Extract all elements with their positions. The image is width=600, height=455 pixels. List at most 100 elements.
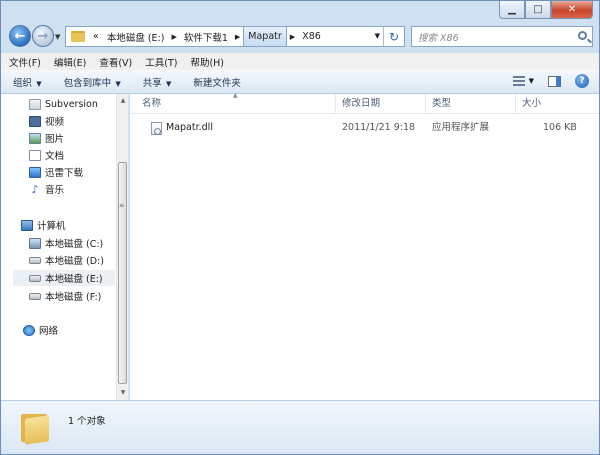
- scroll-up-icon[interactable]: ▲: [117, 94, 129, 108]
- nav-item-subversion[interactable]: Subversion: [29, 96, 98, 112]
- view-controls: ▼ ?: [512, 74, 589, 88]
- back-button[interactable]: ←: [9, 25, 31, 47]
- navigation-pane: Subversion 视频 图片 文档 迅雷下载 ♪ 音乐 计算机 本地磁盘 (C…: [1, 94, 129, 400]
- file-row[interactable]: Mapatr.dll 2011/1/21 9:18 应用程序扩展 106 KB: [136, 119, 579, 137]
- nav-item-documents[interactable]: 文档: [29, 147, 64, 163]
- maximize-button[interactable]: □: [525, 1, 551, 19]
- menu-help[interactable]: 帮助(H): [190, 55, 224, 69]
- menu-file[interactable]: 文件(F): [9, 55, 41, 69]
- network-icon: [23, 324, 35, 336]
- nav-item-computer[interactable]: 计算机: [21, 217, 66, 233]
- share-button[interactable]: 共享 ▼: [143, 75, 172, 89]
- nav-label: 本地磁盘 (E:): [45, 274, 103, 285]
- nav-item-thunder-downloads[interactable]: 迅雷下载: [29, 164, 83, 180]
- close-button[interactable]: ✕: [551, 1, 593, 19]
- refresh-button[interactable]: ↻: [383, 27, 404, 46]
- new-folder-button[interactable]: 新建文件夹: [193, 75, 241, 89]
- drive-icon: [29, 292, 41, 300]
- breadcrumb-overflow[interactable]: «: [89, 27, 103, 46]
- command-bar: 组织 ▼ 包含到库中 ▼ 共享 ▼ 新建文件夹 ▼ ?: [1, 70, 599, 94]
- breadcrumb-drive-e[interactable]: 本地磁盘 (E:): [103, 27, 169, 46]
- item-count: 1 个对象: [68, 416, 106, 427]
- menu-tools[interactable]: 工具(T): [145, 55, 177, 69]
- computer-icon: [21, 219, 33, 231]
- nav-scrollbar[interactable]: ▲ ≡ ▼: [116, 94, 128, 400]
- breadcrumb-separator-icon[interactable]: ▶: [168, 27, 179, 46]
- nav-item-network[interactable]: 网络: [23, 322, 58, 338]
- nav-item-drive-c[interactable]: 本地磁盘 (C:): [29, 235, 103, 251]
- column-date-modified[interactable]: 修改日期: [336, 94, 426, 114]
- chevron-down-icon: ▼: [34, 79, 42, 88]
- breadcrumb-separator-icon[interactable]: ▶: [232, 27, 243, 46]
- column-type[interactable]: 类型: [426, 94, 516, 114]
- music-note-icon: ♪: [31, 182, 39, 196]
- nav-label: 迅雷下载: [45, 168, 84, 179]
- nav-item-drive-f[interactable]: 本地磁盘 (F:): [29, 288, 101, 304]
- file-type: 应用程序扩展: [432, 122, 490, 133]
- nav-item-music[interactable]: ♪ 音乐: [29, 181, 64, 197]
- nav-item-videos[interactable]: 视频: [29, 113, 64, 129]
- nav-label: 本地磁盘 (F:): [45, 292, 102, 303]
- dll-file-icon: [151, 121, 162, 135]
- close-icon: ✕: [567, 4, 577, 15]
- breadcrumb-separator-icon[interactable]: ▶: [287, 27, 298, 46]
- back-arrow-icon: ←: [14, 28, 26, 44]
- breadcrumb-x86[interactable]: X86: [298, 27, 325, 46]
- minimize-icon: ▁: [508, 4, 516, 15]
- scroll-thumb[interactable]: [118, 162, 127, 384]
- nav-item-pictures[interactable]: 图片: [29, 130, 64, 146]
- nav-label: Subversion: [45, 98, 98, 110]
- video-library-icon: [29, 115, 41, 127]
- include-label: 包含到库中: [63, 77, 112, 89]
- scroll-down-icon[interactable]: ▼: [117, 386, 129, 400]
- minimize-button[interactable]: ▁: [499, 1, 525, 19]
- explorer-window: ▁ □ ✕ ← → ▼ « 本地磁盘 (E:) ▶ 软件下载1 ▶ Mapatr…: [0, 0, 600, 455]
- scroll-grip-icon: ≡: [119, 202, 125, 209]
- organize-label: 组织: [13, 77, 33, 89]
- search-input[interactable]: 搜索 X86: [411, 26, 593, 47]
- breadcrumb-mapatr[interactable]: Mapatr: [243, 27, 287, 46]
- forward-arrow-icon: →: [37, 28, 49, 44]
- subversion-icon: [29, 98, 41, 110]
- nav-item-drive-e[interactable]: 本地磁盘 (E:): [13, 270, 115, 286]
- menu-bar: 文件(F) 编辑(E) 查看(V) 工具(T) 帮助(H): [1, 53, 599, 70]
- search-placeholder: 搜索 X86: [418, 32, 459, 44]
- help-icon[interactable]: ?: [575, 74, 589, 88]
- file-name-cell: Mapatr.dll: [151, 119, 213, 137]
- preview-pane-icon[interactable]: [548, 75, 561, 87]
- organize-button[interactable]: 组织 ▼: [13, 75, 42, 89]
- chevron-down-icon: ▼: [113, 79, 121, 88]
- column-name[interactable]: 名称: [136, 94, 336, 114]
- forward-button[interactable]: →: [32, 25, 54, 47]
- include-in-library-button[interactable]: 包含到库中 ▼: [64, 75, 121, 89]
- menu-edit[interactable]: 编辑(E): [54, 55, 86, 69]
- caption-buttons: ▁ □ ✕: [499, 1, 593, 19]
- nav-label: 图片: [45, 134, 65, 145]
- nav-label: 网络: [39, 326, 59, 337]
- file-date: 2011/1/21 9:18: [342, 122, 416, 133]
- chevron-down-icon: ▼: [163, 79, 172, 88]
- folder-front: [25, 415, 49, 445]
- folder-icon: [71, 31, 85, 42]
- nav-label: 视频: [45, 117, 65, 128]
- nav-label: 本地磁盘 (D:): [45, 256, 104, 267]
- column-header: ▲ 名称 修改日期 类型 大小: [130, 92, 599, 114]
- nav-item-drive-d[interactable]: 本地磁盘 (D:): [29, 252, 104, 268]
- file-name: Mapatr.dll: [166, 122, 213, 133]
- nav-label: 音乐: [45, 185, 65, 196]
- column-size[interactable]: 大小: [516, 94, 576, 114]
- address-dropdown-icon[interactable]: ▼: [375, 32, 380, 40]
- nav-label: 本地磁盘 (C:): [45, 239, 104, 250]
- details-pane: 1 个对象: [1, 400, 599, 454]
- view-options-icon[interactable]: [512, 76, 525, 86]
- address-bar[interactable]: « 本地磁盘 (E:) ▶ 软件下载1 ▶ Mapatr ▶ X86 ▼ ↻: [65, 26, 405, 47]
- file-list: ▲ 名称 修改日期 类型 大小 Mapatr.dll 2011/1/21 9:1…: [130, 92, 599, 400]
- file-size: 106 KB: [543, 122, 577, 133]
- breadcrumb-software[interactable]: 软件下载1: [180, 27, 232, 46]
- picture-library-icon: [29, 132, 41, 144]
- nav-label: 计算机: [37, 221, 66, 232]
- search-icon[interactable]: [578, 31, 587, 40]
- view-dropdown-icon[interactable]: ▼: [529, 77, 534, 85]
- recent-pages-dropdown[interactable]: ▼: [55, 33, 60, 41]
- menu-view[interactable]: 查看(V): [99, 55, 132, 69]
